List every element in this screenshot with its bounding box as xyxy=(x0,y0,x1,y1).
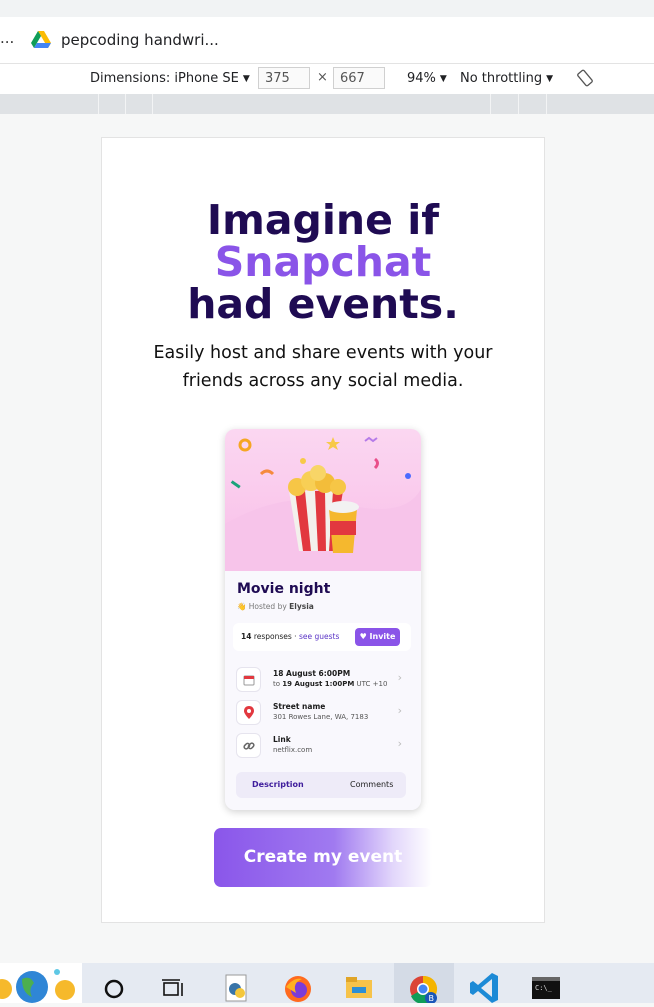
terminal-icon[interactable]: C:\_ xyxy=(528,963,564,1003)
location-address: 301 Rowes Lane, WA, 7183 xyxy=(273,713,369,721)
location-row[interactable]: Street name 301 Rowes Lane, WA, 7183 › xyxy=(236,700,412,728)
create-event-button[interactable]: Create my event xyxy=(214,828,432,887)
link-url: netflix.com xyxy=(273,746,313,754)
date-end: to 19 August 1:00PM UTC +10 xyxy=(273,680,387,688)
google-drive-icon xyxy=(31,31,51,48)
link-icon xyxy=(236,733,261,758)
heart-icon: ♥ xyxy=(359,632,367,641)
event-preview-card: Movie night 👋 Hosted by Elysia 14 respon… xyxy=(225,429,421,810)
location-title: Street name xyxy=(273,702,326,711)
responses-summary: 14 responses · see guests xyxy=(241,632,339,641)
subtitle: Easily host and share events with your f… xyxy=(142,339,504,395)
device-toolbar: Dimensions: iPhone SE ▼ 375 × 667 94% ▼ No… xyxy=(0,64,654,95)
tab-comments[interactable]: Comments xyxy=(350,780,393,789)
calendar-icon xyxy=(236,667,261,692)
weather-icon xyxy=(0,969,75,1003)
throttling-dropdown[interactable]: No throttling ▼ xyxy=(460,71,553,86)
invite-label: Invite xyxy=(369,632,396,641)
dropdown-caret-icon: ▼ xyxy=(439,74,447,84)
media-query-ruler[interactable] xyxy=(0,94,654,114)
chevron-right-icon: › xyxy=(397,671,402,684)
width-input[interactable]: 375 xyxy=(258,67,310,89)
link-row[interactable]: Link netflix.com › xyxy=(236,733,412,761)
svg-text:B: B xyxy=(429,994,435,1003)
wave-icon: 👋 xyxy=(237,602,247,611)
popcorn-illustration xyxy=(225,436,421,571)
windows-taskbar: B C:\_ xyxy=(0,963,654,1004)
device-dimensions-dropdown[interactable]: Dimensions: iPhone SE ▼ xyxy=(90,71,250,86)
tab-overflow-ellipsis[interactable]: ... xyxy=(0,29,14,47)
date-end-prefix: to xyxy=(273,680,281,688)
cortana-icon[interactable] xyxy=(100,963,128,1003)
task-view-icon[interactable] xyxy=(158,963,188,1003)
weather-widget[interactable] xyxy=(0,963,82,1003)
dimension-separator: × xyxy=(317,70,328,85)
subtitle-line-2: friends across any social media. xyxy=(182,371,464,391)
hero-line-2: Snapchat xyxy=(214,238,432,286)
responses-label: responses · xyxy=(253,632,297,641)
card-tabs: Description Comments xyxy=(236,772,406,798)
browser-frame-top xyxy=(0,0,654,17)
event-details: Movie night 👋 Hosted by Elysia 14 respon… xyxy=(225,571,421,810)
date-end-value: 19 August 1:00PM xyxy=(282,680,355,688)
tab-description[interactable]: Description xyxy=(252,780,304,789)
subtitle-line-1: Easily host and share events with your xyxy=(153,343,493,363)
hero-line-3: had events. xyxy=(187,280,459,328)
event-hero-image xyxy=(225,429,421,571)
responses-count: 14 xyxy=(241,632,252,641)
vscode-icon[interactable] xyxy=(466,963,502,1003)
height-input[interactable]: 667 xyxy=(333,67,385,89)
date-row[interactable]: 18 August 6:00PM to 19 August 1:00PM UTC… xyxy=(236,667,412,695)
link-title: Link xyxy=(273,735,291,744)
chevron-right-icon: › xyxy=(397,704,402,717)
hero-line-1: Imagine if xyxy=(206,196,440,244)
svg-text:C:\_: C:\_ xyxy=(535,984,553,992)
invite-button[interactable]: ♥ Invite xyxy=(355,628,400,646)
pin-icon xyxy=(236,700,261,725)
python-file-icon[interactable] xyxy=(222,963,252,1003)
chevron-right-icon: › xyxy=(397,737,402,750)
date-start: 18 August 6:00PM xyxy=(273,669,351,678)
throttling-label: No throttling xyxy=(460,71,543,86)
chrome-icon[interactable]: B xyxy=(394,963,454,1004)
rotate-icon[interactable] xyxy=(576,69,594,87)
dropdown-caret-icon: ▼ xyxy=(546,74,553,84)
hosted-prefix: Hosted by xyxy=(248,602,287,611)
firefox-icon[interactable] xyxy=(282,963,314,1003)
file-explorer-icon[interactable] xyxy=(342,963,376,1003)
device-label: Dimensions: iPhone SE xyxy=(90,71,239,86)
see-guests-link[interactable]: see guests xyxy=(299,632,339,641)
responses-row: 14 responses · see guests ♥ Invite xyxy=(233,623,411,651)
event-title: Movie night xyxy=(237,581,331,597)
tab-title[interactable]: pepcoding handwri... xyxy=(61,31,219,49)
browser-tab-bar: ... pepcoding handwri... xyxy=(0,17,654,64)
host-name: Elysia xyxy=(289,602,314,611)
zoom-dropdown[interactable]: 94% ▼ xyxy=(407,71,447,86)
zoom-label: 94% xyxy=(407,71,436,86)
device-viewport: Imagine if Snapchat had events. Easily h… xyxy=(101,137,545,923)
hosted-by: 👋 Hosted by Elysia xyxy=(237,602,314,611)
dropdown-caret-icon: ▼ xyxy=(242,74,250,84)
date-end-timezone: UTC +10 xyxy=(356,680,388,688)
